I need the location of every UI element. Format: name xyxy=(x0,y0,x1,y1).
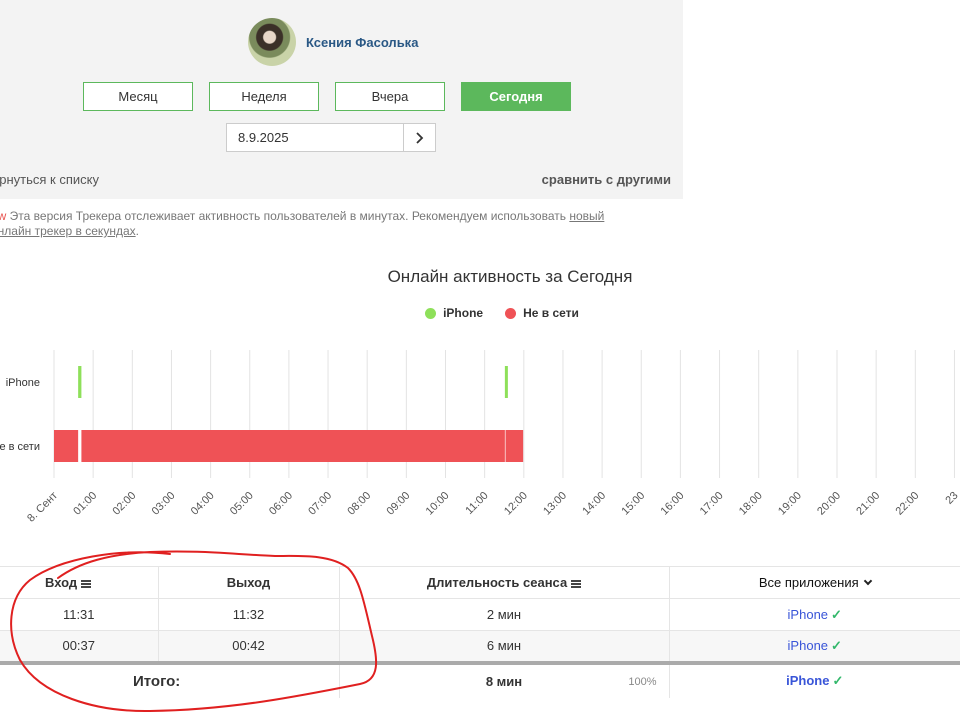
chevron-right-icon xyxy=(416,131,424,144)
x-tick-label: 05:00 xyxy=(228,490,256,518)
x-tick-label: 17:00 xyxy=(698,490,726,518)
avatar[interactable] xyxy=(248,18,296,66)
x-tick-label: 03:00 xyxy=(150,490,178,518)
x-tick-label: 09:00 xyxy=(385,490,413,518)
x-tick-label: 18:00 xyxy=(737,490,765,518)
legend-item-offline[interactable]: Не в сети xyxy=(505,306,579,320)
legend-dot-offline xyxy=(505,307,517,319)
new-tracker-link-part2[interactable]: онлайн трекер в секундах xyxy=(0,224,136,238)
x-tick-label: 8. Сент xyxy=(25,490,60,525)
total-duration: 8 мин xyxy=(485,673,523,689)
check-icon: ✓ xyxy=(832,673,844,688)
x-tick-label: 20:00 xyxy=(815,490,843,518)
offline-bar xyxy=(505,430,524,462)
period-week-button[interactable]: Неделя xyxy=(209,82,319,111)
legend-dot-iphone xyxy=(425,307,437,319)
x-tick-label: 08:00 xyxy=(345,490,373,518)
x-tick-label: 14:00 xyxy=(580,490,608,518)
iphone-online-bar xyxy=(504,366,508,398)
x-tick-label: 12:00 xyxy=(502,490,530,518)
col-enter-label: Вход xyxy=(45,575,78,590)
next-date-button[interactable] xyxy=(403,124,435,151)
x-tick-label: 07:00 xyxy=(306,490,334,518)
notice-text: Эта версия Трекера отслеживает активност… xyxy=(6,209,570,223)
x-tick-label: 21:00 xyxy=(854,490,882,518)
user-name[interactable]: Ксения Фасолька xyxy=(306,35,418,50)
all-apps-dropdown[interactable]: Все приложения xyxy=(668,566,960,599)
cell-exit: 11:32 xyxy=(157,598,339,631)
cell-exit: 00:42 xyxy=(157,630,339,663)
x-tick-label: 11:00 xyxy=(463,490,490,517)
period-yesterday-button[interactable]: Вчера xyxy=(335,82,445,111)
cell-duration: 6 мин xyxy=(338,630,669,663)
app-name: iPhone xyxy=(787,637,829,653)
notice-end: . xyxy=(135,224,139,238)
x-tick-label: 16:00 xyxy=(659,490,687,518)
sessions-table: Вход Выход Длительность сеанса Все прило… xyxy=(0,566,960,698)
chevron-down-icon xyxy=(863,576,872,586)
new-tracker-link-part1[interactable]: новый xyxy=(569,209,604,223)
cell-enter: 00:37 xyxy=(0,630,158,663)
version-notice: ew Эта версия Трекера отслеживает активн… xyxy=(0,209,641,239)
x-tick-label: 06:00 xyxy=(267,490,295,518)
app-name: iPhone xyxy=(786,673,830,688)
iphone-online-bar xyxy=(78,366,82,398)
legend-label-iphone: iPhone xyxy=(443,306,484,320)
row-label: е в сети xyxy=(0,441,40,453)
offline-bar xyxy=(54,430,79,462)
table-row: 00:37 00:42 6 мин iPhone ✓ xyxy=(0,630,960,663)
x-tick-label: 13:00 xyxy=(541,490,569,518)
x-tick-label: 19:00 xyxy=(776,490,804,518)
total-label-cell: Итого: xyxy=(0,660,339,698)
cell-enter: 11:31 xyxy=(0,598,158,631)
x-tick-label: 02:00 xyxy=(110,490,138,518)
cell-duration: 2 мин xyxy=(338,598,669,631)
legend-label-offline: Не в сети xyxy=(523,306,579,320)
table-header-row: Вход Выход Длительность сеанса Все прило… xyxy=(0,566,960,599)
x-tick-label: 01:00 xyxy=(71,490,99,518)
cell-app: iPhone ✓ xyxy=(668,598,960,631)
period-today-button[interactable]: Сегодня xyxy=(461,82,571,111)
col-exit-label: Выход xyxy=(226,575,271,590)
tracker-header-panel: Ксения Фасолька Месяц Неделя Вчера Сегод… xyxy=(0,0,683,199)
table-row: 11:31 11:32 2 мин iPhone ✓ xyxy=(0,598,960,631)
app-name: iPhone xyxy=(787,606,829,622)
total-duration-cell: 8 мин 100% xyxy=(338,660,669,698)
compare-with-others-link[interactable]: сравнить с другими xyxy=(542,172,671,187)
check-icon: ✓ xyxy=(831,637,842,653)
sort-icon xyxy=(81,580,92,588)
check-icon: ✓ xyxy=(831,606,842,622)
period-month-button[interactable]: Месяц xyxy=(83,82,193,111)
x-tick-label: 23 xyxy=(943,490,960,507)
x-tick-label: 10:00 xyxy=(424,490,452,518)
offline-bar xyxy=(81,430,505,462)
x-tick-label: 04:00 xyxy=(189,490,217,518)
total-percent: 100% xyxy=(628,675,657,688)
back-to-list-link[interactable]: ернуться к списку xyxy=(0,172,99,187)
sort-icon xyxy=(571,580,582,588)
col-duration-header[interactable]: Длительность сеанса xyxy=(338,566,669,599)
total-app-cell: iPhone ✓ xyxy=(668,660,960,698)
col-duration-label: Длительность сеанса xyxy=(426,575,568,590)
date-picker: 8.9.2025 xyxy=(226,123,436,152)
row-label: iPhone xyxy=(6,377,40,389)
date-input[interactable]: 8.9.2025 xyxy=(227,124,404,151)
chart-legend: iPhone Не в сети xyxy=(0,306,960,320)
total-label: Итого: xyxy=(133,672,181,690)
col-enter-header[interactable]: Вход xyxy=(0,566,158,599)
x-tick-label: 22:00 xyxy=(893,490,921,518)
cell-app: iPhone ✓ xyxy=(668,630,960,663)
chart-title: Онлайн активность за Сегодня xyxy=(387,267,633,286)
col-exit-header: Выход xyxy=(157,566,339,599)
total-row: Итого: 8 мин 100% iPhone ✓ xyxy=(0,660,960,698)
legend-item-iphone[interactable]: iPhone xyxy=(425,306,483,320)
activity-timeline-chart: iPhone е в сети 8. Сент 01:00 02:00 03:00 04:0… xyxy=(0,350,960,525)
x-tick-label: 15:00 xyxy=(619,490,647,518)
all-apps-label: Все приложения xyxy=(758,575,859,590)
